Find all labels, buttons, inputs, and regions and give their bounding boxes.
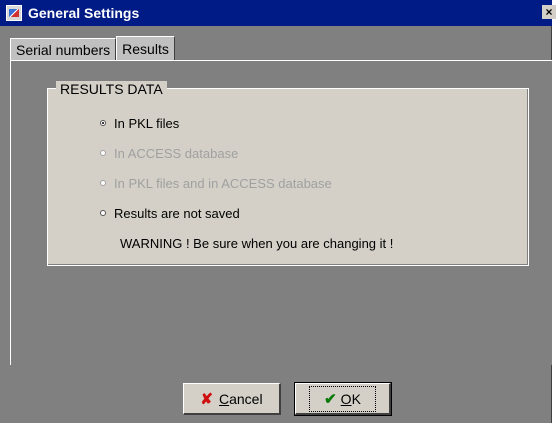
- tab-serial-numbers[interactable]: Serial numbers: [10, 38, 117, 60]
- radio-icon: [100, 150, 106, 156]
- x-icon: ✘: [200, 390, 213, 408]
- option-label: Results are not saved: [114, 205, 240, 221]
- cancel-label-rest: ancel: [229, 390, 263, 407]
- option-label: In PKL files: [114, 115, 180, 131]
- title-bar[interactable]: General Settings ×: [0, 0, 556, 26]
- radio-icon[interactable]: [100, 210, 106, 216]
- option-access-database: In ACCESS database: [100, 144, 238, 162]
- cancel-accelerator: C: [218, 390, 230, 407]
- ok-focus-ring: ✔ OK: [309, 385, 376, 412]
- results-data-group: RESULTS DATA In PKL files In ACCESS data…: [47, 81, 529, 266]
- check-icon: ✔: [324, 390, 337, 408]
- radio-checked-icon[interactable]: [100, 120, 106, 126]
- option-label: In ACCESS database: [114, 145, 239, 161]
- radio-icon: [100, 180, 106, 186]
- cancel-button[interactable]: ✘ Cancel: [183, 383, 281, 415]
- general-settings-window: General Settings × Serial numbers Result…: [0, 0, 556, 423]
- close-button[interactable]: ×: [542, 5, 556, 19]
- option-pkl-files[interactable]: In PKL files: [100, 114, 179, 132]
- tab-strip: Serial numbers Results: [10, 36, 175, 60]
- ok-accelerator: O: [340, 390, 352, 407]
- option-label: In PKL files and in ACCESS database: [114, 175, 332, 191]
- window-title: General Settings: [28, 5, 140, 21]
- ok-button[interactable]: ✔ OK: [294, 382, 392, 416]
- option-pkl-and-access: In PKL files and in ACCESS database: [100, 174, 332, 192]
- tab-results[interactable]: Results: [116, 36, 175, 60]
- results-tab-panel: RESULTS DATA In PKL files In ACCESS data…: [10, 60, 552, 365]
- group-legend: RESULTS DATA: [56, 81, 167, 97]
- warning-text: WARNING ! Be sure when you are changing …: [120, 236, 394, 251]
- ok-label-rest: K: [351, 390, 361, 407]
- option-not-saved[interactable]: Results are not saved: [100, 204, 240, 222]
- app-icon: [6, 5, 22, 21]
